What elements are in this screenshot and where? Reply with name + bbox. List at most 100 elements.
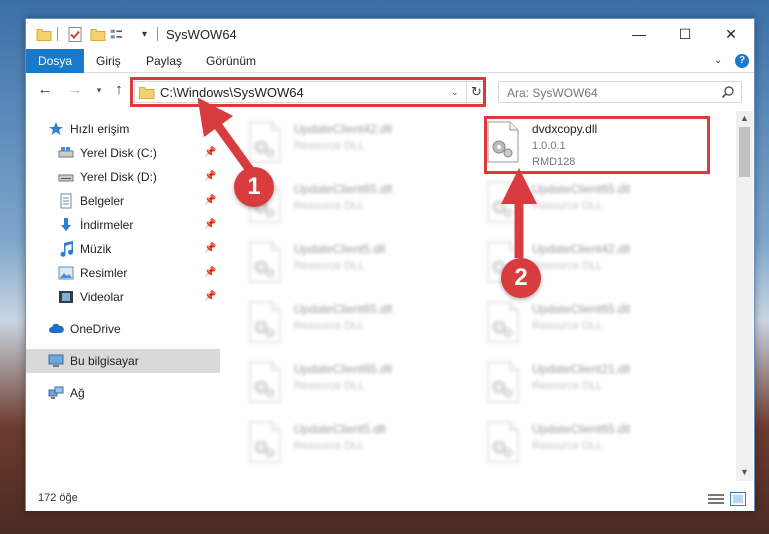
- pin-icon[interactable]: 📌: [204, 291, 216, 302]
- sidebar-item-label: Yerel Disk (C:): [80, 146, 157, 160]
- help-icon[interactable]: ?: [735, 54, 749, 68]
- download-icon: [61, 218, 71, 231]
- sidebar-item-pictures[interactable]: Resimler 📌: [26, 261, 220, 285]
- search-icon[interactable]: [721, 85, 735, 99]
- file-item[interactable]: UpdateClient65.dll Resource DLL: [226, 295, 456, 353]
- dll-file-icon: [486, 181, 520, 223]
- network-icon: [48, 386, 64, 399]
- dll-file-icon: [486, 361, 520, 403]
- close-button[interactable]: ✕: [708, 19, 754, 49]
- dll-file-icon: [486, 421, 520, 463]
- file-description: Resource DLL: [532, 440, 603, 452]
- step-badge-1: 1: [234, 167, 274, 207]
- file-item[interactable]: UpdateClient42.dll Resource DLL: [464, 235, 694, 293]
- computer-icon: [48, 354, 64, 367]
- sidebar-item-label: Videolar: [80, 290, 124, 304]
- sidebar-item-onedrive[interactable]: OneDrive: [26, 317, 220, 341]
- step-badge-2: 2: [501, 258, 541, 298]
- large-icons-view-icon[interactable]: [730, 492, 746, 506]
- sidebar-item-videos[interactable]: Videolar 📌: [26, 285, 220, 309]
- pin-icon[interactable]: 📌: [204, 267, 216, 278]
- separator: [157, 27, 158, 41]
- sidebar-item-label: Bu bilgisayar: [70, 354, 139, 368]
- file-description: Resource DLL: [532, 380, 603, 392]
- sidebar-item-disk-c[interactable]: Yerel Disk (C:) 📌: [26, 141, 220, 165]
- tab-share[interactable]: Paylaş: [136, 49, 192, 73]
- sidebar-item-network[interactable]: Ağ: [26, 381, 220, 405]
- file-description: Resource DLL: [294, 320, 365, 332]
- file-name: UpdateClient65.dll: [532, 302, 631, 316]
- new-folder-icon[interactable]: [90, 26, 106, 43]
- minimize-button[interactable]: —: [616, 19, 662, 49]
- dll-file-icon: [486, 301, 520, 343]
- drive-icon: [58, 147, 74, 158]
- scrollbar-thumb[interactable]: [739, 127, 750, 177]
- maximize-button[interactable]: ☐: [662, 19, 708, 49]
- expand-ribbon-icon[interactable]: ⌄: [714, 55, 722, 66]
- pin-icon[interactable]: 📌: [204, 195, 216, 206]
- forward-arrow-icon[interactable]: →: [66, 81, 84, 98]
- search-input[interactable]: Ara: SysWOW64: [507, 86, 598, 100]
- sidebar-item-this-pc[interactable]: Bu bilgisayar: [26, 349, 220, 373]
- tab-view[interactable]: Görünüm: [196, 49, 266, 73]
- recent-locations-icon[interactable]: ▾: [90, 85, 108, 96]
- dll-file-icon: [248, 301, 282, 343]
- address-highlight-box: [130, 77, 486, 107]
- file-name: UpdateClient5.dll: [294, 242, 386, 256]
- navigation-pane: Hızlı erişim Yerel Disk (C:) 📌 Yerel Dis…: [26, 111, 222, 481]
- star-icon: [49, 122, 63, 135]
- file-item[interactable]: UpdateClient42.dll Resource DLL: [226, 115, 456, 173]
- documents-icon: [60, 193, 72, 209]
- vertical-scrollbar[interactable]: ▲ ▼: [736, 111, 753, 481]
- status-bar: 172 öğe: [26, 487, 754, 511]
- sidebar-item-downloads[interactable]: İndirmeler 📌: [26, 213, 220, 237]
- pin-icon[interactable]: 📌: [204, 171, 216, 182]
- sidebar-item-quick-access[interactable]: Hızlı erişim: [26, 117, 220, 141]
- sidebar-item-label: Resimler: [80, 266, 128, 280]
- sidebar-item-disk-d[interactable]: Yerel Disk (D:) 📌: [26, 165, 220, 189]
- quick-access-dropdown-icon[interactable]: ▾: [142, 29, 158, 46]
- ribbon-tabs: Dosya Giriş Paylaş Görünüm ⌄ ?: [26, 49, 754, 73]
- file-name: UpdateClient65.dll: [532, 182, 631, 196]
- file-item[interactable]: UpdateClient65.dll Resource DLL: [464, 415, 694, 473]
- pin-icon[interactable]: 📌: [204, 219, 216, 230]
- file-highlight-box: [484, 116, 710, 174]
- separator: [57, 27, 58, 41]
- details-view-icon[interactable]: [708, 493, 724, 505]
- file-item[interactable]: UpdateClient65.dll Resource DLL: [226, 355, 456, 413]
- properties-check-icon[interactable]: [67, 26, 83, 43]
- back-arrow-icon[interactable]: ←: [36, 81, 54, 98]
- dll-file-icon: [248, 241, 282, 283]
- drive-icon: [58, 174, 74, 182]
- tab-home[interactable]: Giriş: [86, 49, 131, 73]
- sidebar-item-music[interactable]: Müzik 📌: [26, 237, 220, 261]
- customize-quick-access-icon[interactable]: [110, 26, 126, 43]
- file-item[interactable]: UpdateClient65.dll Resource DLL: [464, 175, 694, 233]
- file-name: UpdateClient65.dll: [532, 422, 631, 436]
- pin-icon[interactable]: 📌: [204, 243, 216, 254]
- file-item[interactable]: UpdateClient21.dll Resource DLL: [464, 355, 694, 413]
- scroll-down-icon[interactable]: ▼: [740, 467, 749, 477]
- file-name: UpdateClient65.dll: [294, 362, 393, 376]
- file-item[interactable]: UpdateClient65.dll Resource DLL: [464, 295, 694, 353]
- music-icon: [60, 241, 73, 257]
- file-description: Resource DLL: [532, 200, 603, 212]
- folder-icon[interactable]: [36, 26, 52, 43]
- file-description: Resource DLL: [294, 200, 365, 212]
- item-count: 172 öğe: [38, 492, 78, 504]
- sidebar-item-label: Belgeler: [80, 194, 125, 208]
- search-box[interactable]: Ara: SysWOW64: [498, 81, 742, 103]
- videos-icon: [59, 291, 73, 303]
- scroll-up-icon[interactable]: ▲: [740, 113, 749, 123]
- tab-file[interactable]: Dosya: [26, 49, 84, 73]
- sidebar-item-label: Yerel Disk (D:): [80, 170, 157, 184]
- file-item[interactable]: UpdateClient5.dll Resource DLL: [226, 415, 456, 473]
- cloud-icon: [49, 323, 64, 333]
- file-item[interactable]: UpdateClient5.dll Resource DLL: [226, 235, 456, 293]
- sidebar-item-documents[interactable]: Belgeler 📌: [26, 189, 220, 213]
- pin-icon[interactable]: 📌: [204, 147, 216, 158]
- file-name: UpdateClient42.dll: [294, 122, 393, 136]
- file-description: Resource DLL: [294, 380, 365, 392]
- pictures-icon: [58, 266, 74, 280]
- up-arrow-icon[interactable]: ↑: [110, 81, 128, 98]
